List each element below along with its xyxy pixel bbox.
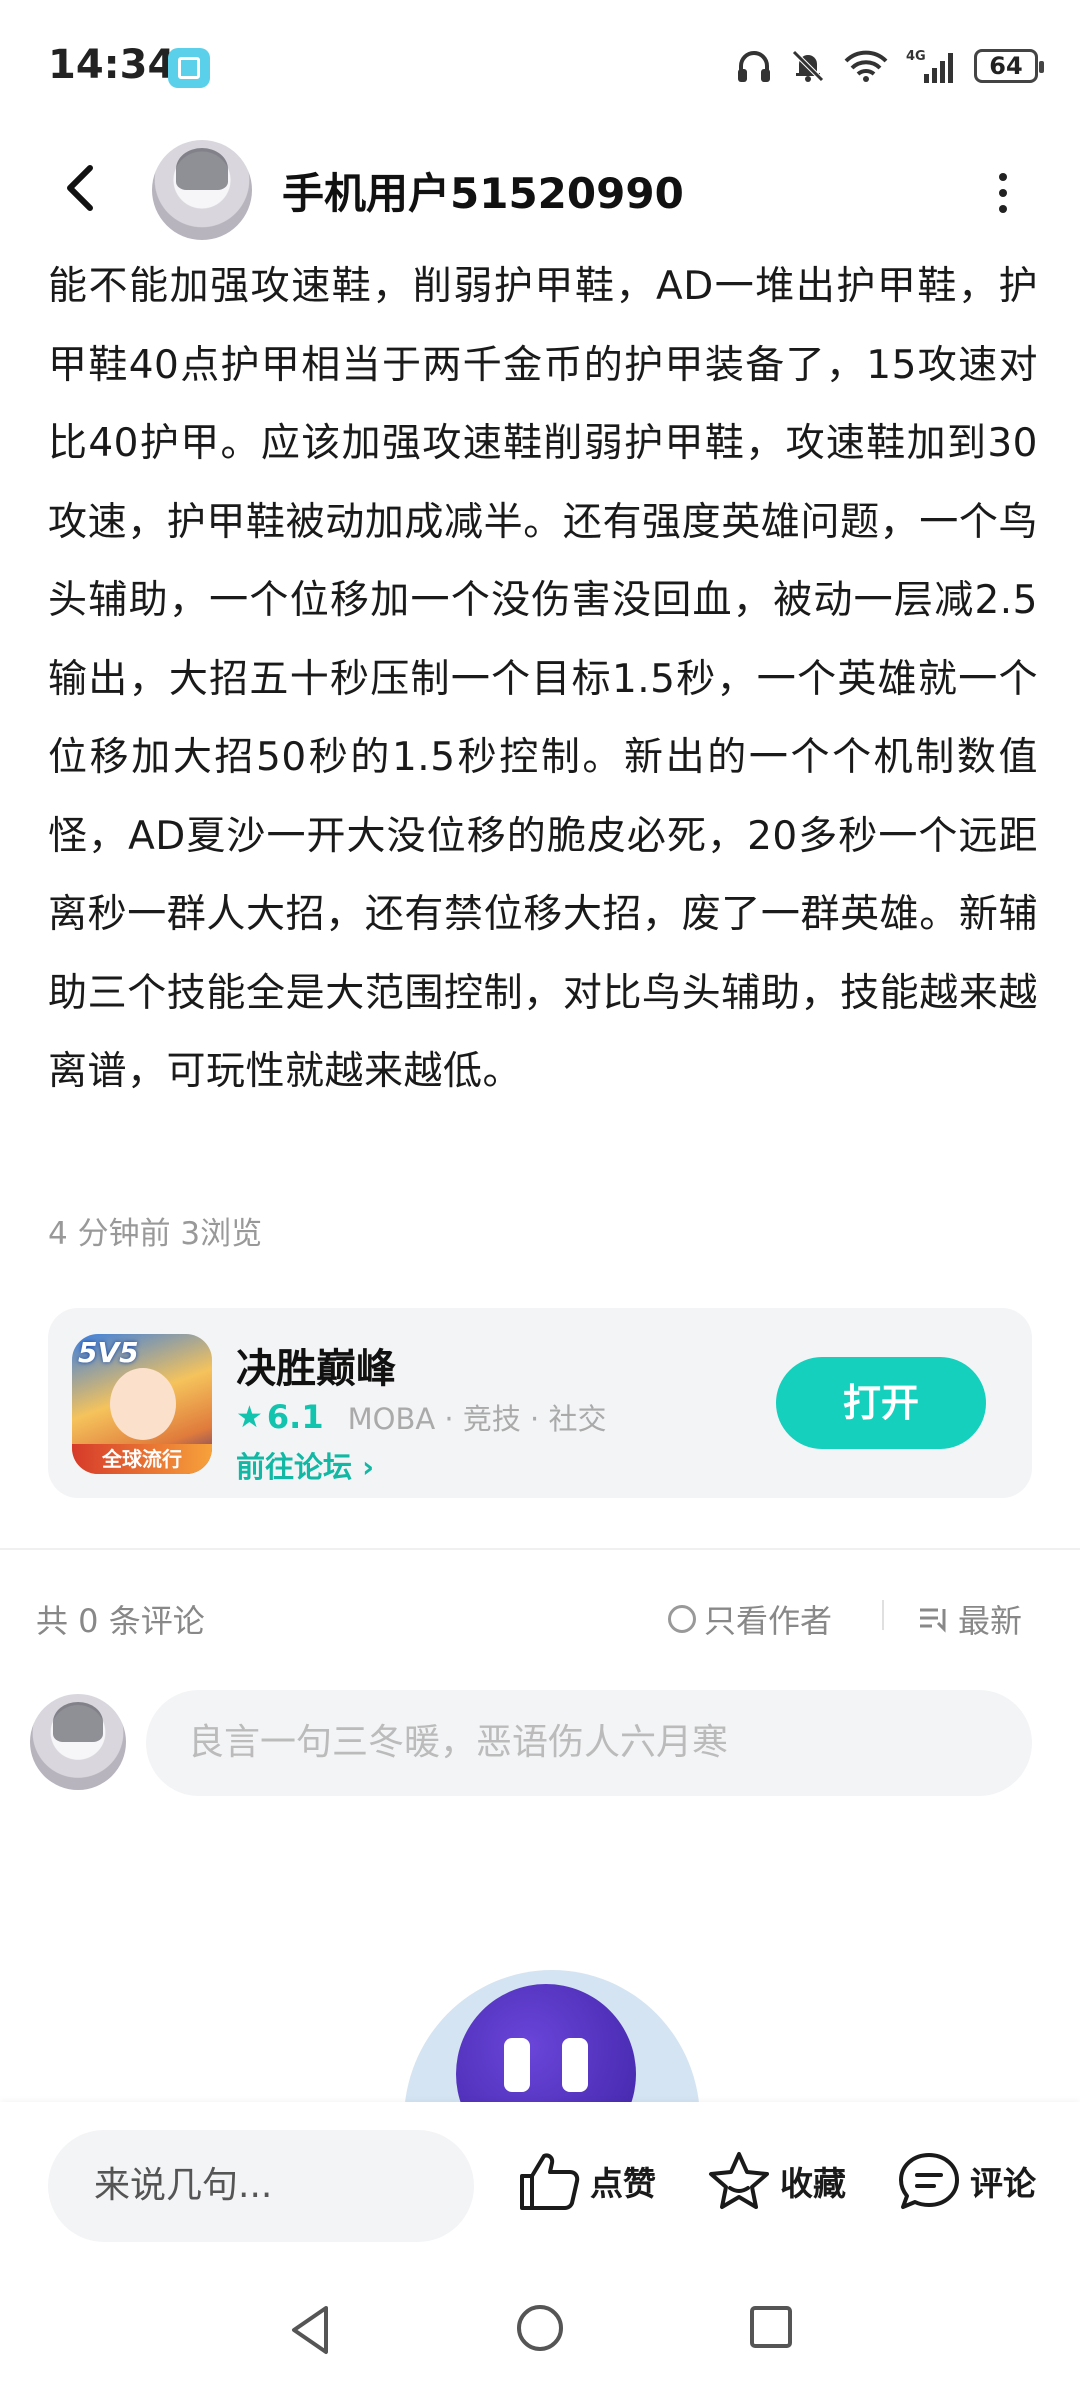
nav-back-icon[interactable] xyxy=(286,2302,336,2358)
star-outline-icon xyxy=(709,2152,769,2209)
status-bar: 14:34 4G 64 xyxy=(0,0,1080,140)
status-time: 14:34 xyxy=(48,42,176,88)
game-card[interactable]: 5V5 全球流行 决胜巅峰 ★ 6.1 MOBA · 竞技 · 社交 前往论坛 … xyxy=(48,1308,1032,1498)
nav-recent-apps-icon[interactable] xyxy=(748,2304,794,2350)
network-type-label: 4G xyxy=(906,49,926,64)
headphones-icon xyxy=(738,51,770,82)
bottom-action-bar: 来说几句... 点赞 收藏 评论 xyxy=(0,2102,1080,2272)
star-icon: ★ xyxy=(236,1399,263,1435)
author-username[interactable]: 手机用户51520990 xyxy=(282,160,684,221)
comment-label: 评论 xyxy=(970,2164,1036,2203)
favorite-button[interactable]: 收藏 xyxy=(706,2150,846,2212)
section-divider xyxy=(0,1548,1080,1550)
radio-icon[interactable] xyxy=(668,1605,696,1633)
like-button[interactable]: 点赞 xyxy=(516,2150,656,2212)
filter-separator xyxy=(882,1600,884,1630)
back-arrow-icon[interactable] xyxy=(52,158,112,218)
favorite-label: 收藏 xyxy=(780,2164,846,2203)
game-tags: MOBA · 竞技 · 社交 xyxy=(347,1402,607,1436)
current-user-avatar xyxy=(30,1694,126,1790)
forum-link[interactable]: 前往论坛 › xyxy=(236,1444,374,1486)
reader-app-icon xyxy=(168,48,210,88)
status-icons: 4G 64 xyxy=(736,44,1044,88)
say-something-input[interactable]: 来说几句... xyxy=(48,2130,474,2242)
post-content: 能不能加强攻速鞋，削弱护甲鞋，AD一堆出护甲鞋，护甲鞋40点护甲相当于两千金币的… xyxy=(48,264,1038,1094)
nav-home-icon[interactable] xyxy=(514,2302,566,2354)
game-icon-banner: 全球流行 xyxy=(72,1444,212,1474)
thumbs-up-icon xyxy=(520,2153,580,2210)
open-game-button[interactable]: 打开 xyxy=(776,1357,986,1449)
game-icon-badge: 5V5 xyxy=(78,1336,139,1369)
comment-count: 共 0 条评论 xyxy=(36,1602,205,1640)
sort-toggle[interactable]: 最新 xyxy=(918,1596,1022,1642)
sort-label: 最新 xyxy=(958,1602,1023,1640)
game-rating: 6.1 xyxy=(266,1398,324,1436)
chat-bubble-icon xyxy=(899,2153,959,2209)
game-rating-row: ★ 6.1 MOBA · 竞技 · 社交 xyxy=(236,1396,606,1438)
forum-link-label: 前往论坛 xyxy=(236,1450,353,1484)
chevron-right-icon: › xyxy=(362,1450,375,1484)
post-meta: 4 分钟前 3浏览 xyxy=(48,1216,263,1252)
system-nav-bar xyxy=(0,2272,1080,2387)
bell-muted-icon xyxy=(792,50,824,82)
cellular-signal-icon: 4G xyxy=(906,49,953,83)
more-options-icon[interactable] xyxy=(990,170,1016,213)
like-label: 点赞 xyxy=(590,2164,656,2203)
author-only-toggle[interactable]: 只看作者 xyxy=(668,1596,832,1642)
author-avatar[interactable] xyxy=(152,140,252,240)
comment-input[interactable]: 良言一句三冬暖，恶语伤人六月寒 xyxy=(146,1690,1032,1796)
comment-button[interactable]: 评论 xyxy=(896,2150,1036,2212)
battery-icon: 64 xyxy=(974,49,1044,83)
game-icon[interactable]: 5V5 全球流行 xyxy=(72,1334,212,1474)
sort-icon xyxy=(920,1608,946,1633)
wifi-icon xyxy=(844,50,888,82)
game-name[interactable]: 决胜巅峰 xyxy=(236,1336,396,1394)
author-only-label: 只看作者 xyxy=(704,1602,833,1640)
